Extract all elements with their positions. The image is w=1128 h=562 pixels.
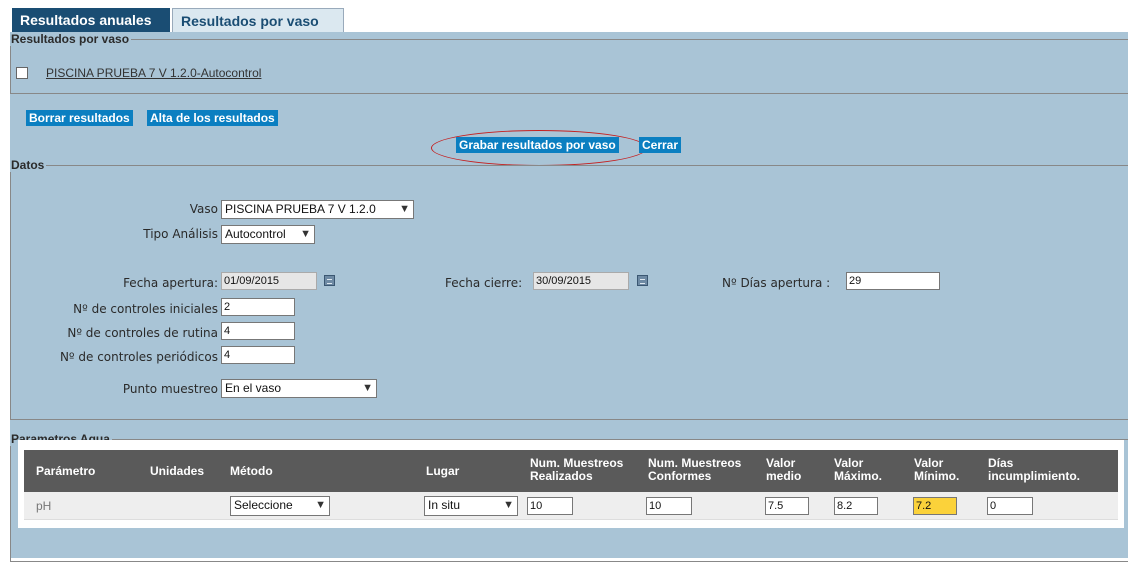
table-header: Parámetro Unidades Método Lugar Num. Mue… (24, 450, 1118, 492)
header-medio: Valor medio (766, 457, 801, 483)
chevron-down-icon: ▼ (315, 499, 326, 511)
header-medio-line1: Valor (766, 456, 796, 470)
pools-legend: Resultados por vaso (11, 32, 130, 46)
dias-incumplimiento-field[interactable]: 0 (987, 497, 1033, 515)
vaso-select[interactable]: PISCINA PRUEBA 7 V 1.2.0 ▼ (221, 200, 414, 219)
vaso-label: Vaso (189, 202, 218, 216)
header-conformes-line2: Conformes (648, 469, 712, 483)
header-medio-line2: medio (766, 469, 802, 483)
calendar-icon[interactable] (637, 275, 648, 286)
fecha-apertura-label: Fecha apertura: (123, 276, 218, 290)
tab-resultados-por-vaso[interactable]: Resultados por vaso (172, 8, 344, 32)
dias-apertura-label: Nº Días apertura : (722, 276, 831, 290)
lugar-select-value: In situ (428, 498, 461, 512)
header-minimo-line2: Mínimo. (914, 469, 960, 483)
controles-rutina-label: Nº de controles de rutina (67, 326, 218, 340)
cell-parametro: pH (36, 499, 52, 513)
tipo-analisis-select[interactable]: Autocontrol ▼ (221, 225, 315, 244)
parametros-table: Parámetro Unidades Método Lugar Num. Mue… (18, 440, 1124, 528)
chevron-down-icon: ▼ (300, 228, 311, 240)
delete-results-button[interactable]: Borrar resultados (26, 110, 133, 126)
header-metodo: Método (230, 464, 273, 478)
pool-label[interactable]: PISCINA PRUEBA 7 V 1.2.0-Autocontrol (46, 66, 261, 80)
controles-periodicos-field[interactable]: 4 (221, 346, 295, 364)
header-dias-line2: incumplimiento. (988, 469, 1081, 483)
header-unidades: Unidades (150, 464, 205, 478)
pools-fieldset: Resultados por vaso (10, 32, 1128, 94)
pool-checkbox[interactable] (16, 67, 28, 79)
header-conformes-line1: Num. Muestreos (648, 456, 742, 470)
tab-resultados-anuales[interactable]: Resultados anuales (12, 8, 170, 32)
close-button[interactable]: Cerrar (639, 137, 682, 153)
metodo-select-value: Seleccione (234, 498, 293, 512)
header-minimo: Valor Mínimo. (914, 457, 959, 483)
realizados-field[interactable]: 10 (527, 497, 573, 515)
controles-rutina-field[interactable]: 4 (221, 322, 295, 340)
header-realizados-line2: Realizados (530, 469, 593, 483)
tipo-analisis-label: Tipo Análisis (143, 227, 218, 241)
fecha-cierre-field[interactable]: 30/09/2015 (533, 272, 629, 290)
chevron-down-icon: ▼ (362, 382, 373, 394)
chevron-down-icon: ▼ (503, 499, 514, 511)
tipo-analisis-value: Autocontrol (225, 227, 286, 241)
datos-legend: Datos (11, 158, 45, 172)
save-results-button[interactable]: Grabar resultados por vaso (456, 137, 619, 153)
chevron-down-icon: ▼ (399, 203, 410, 215)
controles-periodicos-label: Nº de controles periódicos (59, 350, 218, 364)
metodo-select[interactable]: Seleccione ▼ (230, 496, 330, 516)
header-minimo-line1: Valor (914, 456, 944, 470)
calendar-icon[interactable] (324, 275, 335, 286)
header-dias-line1: Días (988, 456, 1014, 470)
punto-muestreo-label: Punto muestreo (122, 382, 218, 396)
punto-muestreo-select[interactable]: En el vaso ▼ (221, 379, 377, 398)
header-dias: Días incumplimiento. (988, 457, 1080, 483)
header-realizados: Num. Muestreos Realizados (530, 457, 623, 483)
add-results-button[interactable]: Alta de los resultados (147, 110, 278, 126)
header-realizados-line1: Num. Muestreos (530, 456, 624, 470)
valor-medio-field[interactable]: 7.5 (765, 497, 809, 515)
lugar-select[interactable]: In situ ▼ (424, 496, 518, 516)
controles-iniciales-label: Nº de controles iniciales (73, 302, 218, 316)
valor-minimo-field[interactable]: 7.2 (913, 497, 957, 515)
header-maximo: Valor Máximo. (834, 457, 882, 483)
fecha-cierre-label: Fecha cierre: (445, 276, 523, 290)
header-maximo-line2: Máximo. (834, 469, 883, 483)
table-row: pH Seleccione ▼ In situ ▼ 10 10 7.5 8.2 … (24, 492, 1118, 520)
header-lugar: Lugar (426, 464, 460, 478)
header-conformes: Num. Muestreos Conformes (648, 457, 741, 483)
vaso-select-value: PISCINA PRUEBA 7 V 1.2.0 (225, 202, 376, 216)
header-maximo-line1: Valor (834, 456, 864, 470)
fecha-apertura-field[interactable]: 01/09/2015 (221, 272, 317, 290)
controles-iniciales-field[interactable]: 2 (221, 298, 295, 316)
punto-muestreo-value: En el vaso (225, 381, 282, 395)
conformes-field[interactable]: 10 (646, 497, 692, 515)
valor-maximo-field[interactable]: 8.2 (834, 497, 878, 515)
header-parametro: Parámetro (36, 464, 96, 478)
dias-apertura-field[interactable]: 29 (846, 272, 940, 290)
